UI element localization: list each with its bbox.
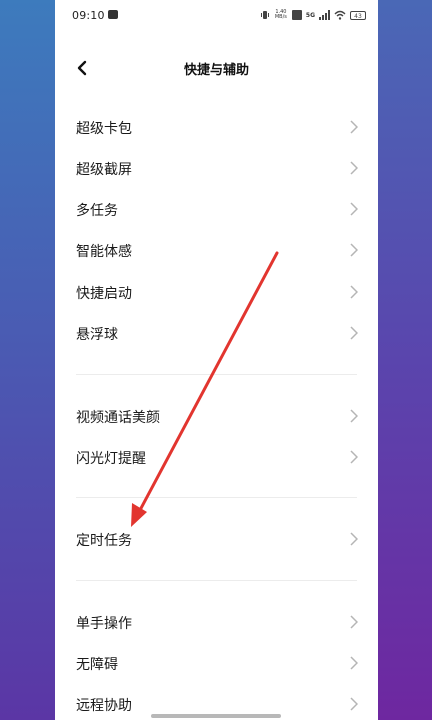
group-divider xyxy=(76,580,357,581)
row-label: 超级截屏 xyxy=(76,162,132,178)
row-label: 定时任务 xyxy=(76,533,132,549)
row-super-screenshot[interactable]: 超级截屏 xyxy=(55,148,378,188)
background-left xyxy=(0,0,55,720)
page-header: 快捷与辅助 xyxy=(55,50,378,86)
row-flash-notification[interactable]: 闪光灯提醒 xyxy=(55,437,378,477)
signal-icon xyxy=(319,10,330,20)
row-smart-motion[interactable]: 智能体感 xyxy=(55,230,378,270)
row-floating-ball[interactable]: 悬浮球 xyxy=(55,313,378,353)
row-label: 视频通话美颜 xyxy=(76,410,160,426)
row-label: 悬浮球 xyxy=(76,327,118,343)
chevron-right-icon xyxy=(350,697,358,711)
message-notification-icon xyxy=(108,10,118,19)
chevron-right-icon xyxy=(350,326,358,340)
row-label: 快捷启动 xyxy=(76,286,132,302)
chevron-right-icon xyxy=(350,161,358,175)
chevron-right-icon xyxy=(350,243,358,257)
home-indicator[interactable] xyxy=(151,714,281,718)
row-label: 多任务 xyxy=(76,203,118,219)
group-divider xyxy=(76,497,357,498)
group-divider xyxy=(76,374,357,375)
row-super-card[interactable]: 超级卡包 xyxy=(55,107,378,147)
background-right xyxy=(378,0,432,720)
row-label: 远程协助 xyxy=(76,698,132,714)
chevron-right-icon xyxy=(350,409,358,423)
status-icons: 1.40 MB/s 5G 43 xyxy=(260,8,366,22)
row-accessibility[interactable]: 无障碍 xyxy=(55,643,378,683)
chevron-right-icon xyxy=(350,120,358,134)
chevron-right-icon xyxy=(350,285,358,299)
row-one-handed-mode[interactable]: 单手操作 xyxy=(55,602,378,642)
page-title: 快捷与辅助 xyxy=(183,63,249,78)
status-time: 09:10 xyxy=(72,9,105,22)
row-label: 智能体感 xyxy=(76,244,132,260)
chevron-right-icon xyxy=(350,450,358,464)
battery-icon: 43 xyxy=(350,10,366,20)
chevron-right-icon xyxy=(350,532,358,546)
vibrate-icon xyxy=(260,11,269,19)
status-bar: 09:10 1.40 MB/s 5G 43 xyxy=(55,0,378,32)
chevron-right-icon xyxy=(350,656,358,670)
row-video-call-beauty[interactable]: 视频通话美颜 xyxy=(55,396,378,436)
network-speed: 1.40 MB/s xyxy=(274,9,287,20)
wifi-icon xyxy=(334,10,346,20)
phone-screen: 09:10 1.40 MB/s 5G 43 快捷与辅助 超级卡包 超级截屏 多任… xyxy=(55,0,378,720)
network-type: 5G xyxy=(305,11,315,19)
hd-icon xyxy=(291,10,302,20)
row-label: 无障碍 xyxy=(76,657,118,673)
row-label: 闪光灯提醒 xyxy=(76,451,146,467)
row-scheduled-tasks[interactable]: 定时任务 xyxy=(55,519,378,559)
row-multitask[interactable]: 多任务 xyxy=(55,189,378,229)
chevron-right-icon xyxy=(350,615,358,629)
chevron-right-icon xyxy=(350,202,358,216)
row-label: 单手操作 xyxy=(76,616,132,632)
row-label: 超级卡包 xyxy=(76,121,132,137)
row-quick-launch[interactable]: 快捷启动 xyxy=(55,272,378,312)
